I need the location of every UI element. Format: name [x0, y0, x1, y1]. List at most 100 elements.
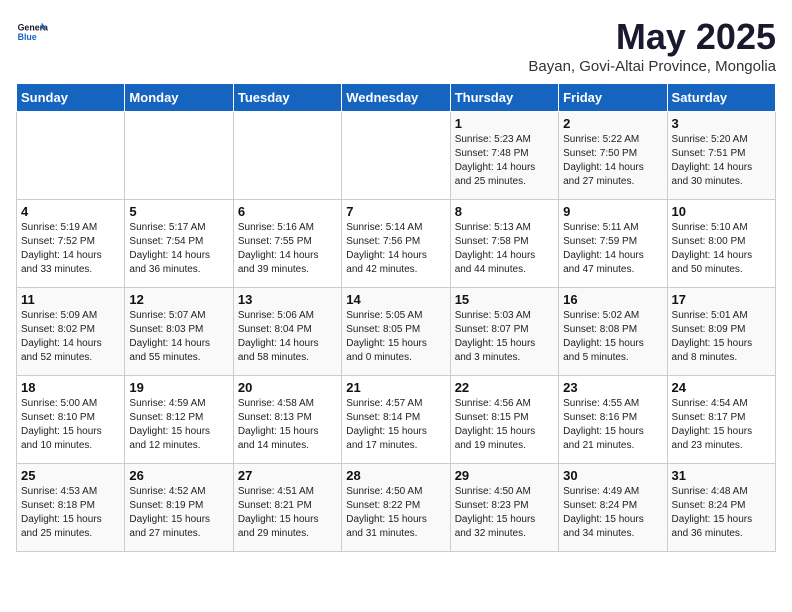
calendar-cell-w2d3: 14Sunrise: 5:05 AM Sunset: 8:05 PM Dayli…: [342, 288, 450, 376]
day-info: Sunrise: 5:07 AM Sunset: 8:03 PM Dayligh…: [129, 309, 228, 365]
day-number: 13: [238, 292, 337, 307]
day-info: Sunrise: 4:50 AM Sunset: 8:22 PM Dayligh…: [346, 485, 445, 541]
calendar-cell-w4d4: 29 Sunrise: 4:50 AM Sunset: 8:23 PM Dayli…: [450, 464, 558, 552]
day-number: 4: [21, 204, 120, 219]
day-info: Sunrise: 4:50 AM Sunset: 8:23 PM Dayligh…: [455, 485, 554, 541]
month-title: May 2025: [528, 16, 776, 58]
logo-icon: General Blue: [16, 16, 48, 48]
calendar-cell-w3d6: 24Sunrise: 4:54 AM Sunset: 8:17 PM Dayli…: [667, 376, 775, 464]
header-saturday: Saturday: [667, 84, 775, 112]
day-info: Sunrise: 5:13 AM Sunset: 7:58 PM Dayligh…: [455, 221, 554, 277]
day-number: 18: [21, 380, 120, 395]
day-info: Sunrise: 5:23 AM Sunset: 7:48 PM Dayligh…: [455, 133, 554, 189]
day-number: 1: [455, 116, 554, 131]
calendar-cell-w2d0: 11 Sunrise: 5:09 AM Sunset: 8:02 PM Dayli…: [17, 288, 125, 376]
title-area: May 2025 Bayan, Govi-Altai Province, Mon…: [528, 16, 776, 75]
day-number: 7: [346, 204, 445, 219]
day-info: Sunrise: 5:02 AM Sunset: 8:08 PM Dayligh…: [563, 309, 662, 365]
day-info: Sunrise: 4:56 AM Sunset: 8:15 PM Dayligh…: [455, 397, 554, 453]
day-number: 21: [346, 380, 445, 395]
calendar-cell-w1d4: 8 Sunrise: 5:13 AM Sunset: 7:58 PM Daylig…: [450, 200, 558, 288]
day-info: Sunrise: 5:20 AM Sunset: 7:51 PM Dayligh…: [672, 133, 771, 189]
calendar-cell-w2d1: 12 Sunrise: 5:07 AM Sunset: 8:03 PM Dayli…: [125, 288, 233, 376]
calendar-cell-w3d5: 23 Sunrise: 4:55 AM Sunset: 8:16 PM Dayli…: [559, 376, 667, 464]
calendar-cell-w4d3: 28 Sunrise: 4:50 AM Sunset: 8:22 PM Dayli…: [342, 464, 450, 552]
day-number: 29: [455, 468, 554, 483]
day-number: 17: [672, 292, 771, 307]
calendar-week-2: 11 Sunrise: 5:09 AM Sunset: 8:02 PM Dayli…: [17, 288, 776, 376]
calendar-cell-w1d5: 9Sunrise: 5:11 AM Sunset: 7:59 PM Daylig…: [559, 200, 667, 288]
header-friday: Friday: [559, 84, 667, 112]
day-info: Sunrise: 4:59 AM Sunset: 8:12 PM Dayligh…: [129, 397, 228, 453]
day-number: 11: [21, 292, 120, 307]
day-number: 16: [563, 292, 662, 307]
day-number: 23: [563, 380, 662, 395]
day-number: 8: [455, 204, 554, 219]
day-number: 20: [238, 380, 337, 395]
header-row: Sunday Monday Tuesday Wednesday Thursday…: [17, 84, 776, 112]
day-info: Sunrise: 4:49 AM Sunset: 8:24 PM Dayligh…: [563, 485, 662, 541]
header-sunday: Sunday: [17, 84, 125, 112]
calendar-cell-w3d0: 18 Sunrise: 5:00 AM Sunset: 8:10 PM Dayli…: [17, 376, 125, 464]
day-info: Sunrise: 5:05 AM Sunset: 8:05 PM Dayligh…: [346, 309, 445, 365]
day-number: 22: [455, 380, 554, 395]
svg-text:Blue: Blue: [18, 32, 37, 42]
day-info: Sunrise: 5:09 AM Sunset: 8:02 PM Dayligh…: [21, 309, 120, 365]
day-info: Sunrise: 4:55 AM Sunset: 8:16 PM Dayligh…: [563, 397, 662, 453]
calendar-cell-w0d1: [125, 112, 233, 200]
calendar-cell-w4d1: 26 Sunrise: 4:52 AM Sunset: 8:19 PM Dayli…: [125, 464, 233, 552]
day-number: 12: [129, 292, 228, 307]
calendar-cell-w4d2: 27 Sunrise: 4:51 AM Sunset: 8:21 PM Dayli…: [233, 464, 341, 552]
calendar-cell-w3d4: 22 Sunrise: 4:56 AM Sunset: 8:15 PM Dayli…: [450, 376, 558, 464]
day-info: Sunrise: 5:01 AM Sunset: 8:09 PM Dayligh…: [672, 309, 771, 365]
calendar-cell-w4d0: 25 Sunrise: 4:53 AM Sunset: 8:18 PM Dayli…: [17, 464, 125, 552]
day-number: 15: [455, 292, 554, 307]
day-info: Sunrise: 5:17 AM Sunset: 7:54 PM Dayligh…: [129, 221, 228, 277]
calendar-week-0: 1 Sunrise: 5:23 AM Sunset: 7:48 PM Daylig…: [17, 112, 776, 200]
calendar-cell-w1d3: 7Sunrise: 5:14 AM Sunset: 7:56 PM Daylig…: [342, 200, 450, 288]
header-tuesday: Tuesday: [233, 84, 341, 112]
calendar-cell-w1d6: 10 Sunrise: 5:10 AM Sunset: 8:00 PM Dayli…: [667, 200, 775, 288]
calendar-week-3: 18 Sunrise: 5:00 AM Sunset: 8:10 PM Dayli…: [17, 376, 776, 464]
calendar-cell-w4d5: 30 Sunrise: 4:49 AM Sunset: 8:24 PM Dayli…: [559, 464, 667, 552]
calendar-cell-w4d6: 31 Sunrise: 4:48 AM Sunset: 8:24 PM Dayli…: [667, 464, 775, 552]
day-info: Sunrise: 4:51 AM Sunset: 8:21 PM Dayligh…: [238, 485, 337, 541]
day-number: 27: [238, 468, 337, 483]
calendar-cell-w2d2: 13Sunrise: 5:06 AM Sunset: 8:04 PM Dayli…: [233, 288, 341, 376]
day-number: 2: [563, 116, 662, 131]
logo: General Blue: [16, 16, 48, 48]
day-info: Sunrise: 5:16 AM Sunset: 7:55 PM Dayligh…: [238, 221, 337, 277]
calendar-cell-w0d0: [17, 112, 125, 200]
day-info: Sunrise: 5:10 AM Sunset: 8:00 PM Dayligh…: [672, 221, 771, 277]
calendar-table: Sunday Monday Tuesday Wednesday Thursday…: [16, 83, 776, 552]
page-header: General Blue May 2025 Bayan, Govi-Altai …: [16, 16, 776, 75]
day-info: Sunrise: 5:11 AM Sunset: 7:59 PM Dayligh…: [563, 221, 662, 277]
day-number: 28: [346, 468, 445, 483]
day-info: Sunrise: 4:48 AM Sunset: 8:24 PM Dayligh…: [672, 485, 771, 541]
calendar-week-1: 4 Sunrise: 5:19 AM Sunset: 7:52 PM Daylig…: [17, 200, 776, 288]
day-number: 25: [21, 468, 120, 483]
calendar-header: Sunday Monday Tuesday Wednesday Thursday…: [17, 84, 776, 112]
day-number: 5: [129, 204, 228, 219]
day-info: Sunrise: 4:58 AM Sunset: 8:13 PM Dayligh…: [238, 397, 337, 453]
day-number: 6: [238, 204, 337, 219]
header-monday: Monday: [125, 84, 233, 112]
day-info: Sunrise: 4:52 AM Sunset: 8:19 PM Dayligh…: [129, 485, 228, 541]
calendar-cell-w0d3: [342, 112, 450, 200]
day-number: 19: [129, 380, 228, 395]
calendar-cell-w0d2: [233, 112, 341, 200]
day-number: 30: [563, 468, 662, 483]
header-thursday: Thursday: [450, 84, 558, 112]
day-info: Sunrise: 5:22 AM Sunset: 7:50 PM Dayligh…: [563, 133, 662, 189]
day-info: Sunrise: 5:19 AM Sunset: 7:52 PM Dayligh…: [21, 221, 120, 277]
day-number: 10: [672, 204, 771, 219]
day-number: 31: [672, 468, 771, 483]
day-number: 26: [129, 468, 228, 483]
calendar-cell-w2d6: 17 Sunrise: 5:01 AM Sunset: 8:09 PM Dayli…: [667, 288, 775, 376]
day-info: Sunrise: 4:53 AM Sunset: 8:18 PM Dayligh…: [21, 485, 120, 541]
day-number: 24: [672, 380, 771, 395]
calendar-cell-w3d2: 20 Sunrise: 4:58 AM Sunset: 8:13 PM Dayli…: [233, 376, 341, 464]
header-wednesday: Wednesday: [342, 84, 450, 112]
day-info: Sunrise: 5:00 AM Sunset: 8:10 PM Dayligh…: [21, 397, 120, 453]
day-info: Sunrise: 4:57 AM Sunset: 8:14 PM Dayligh…: [346, 397, 445, 453]
